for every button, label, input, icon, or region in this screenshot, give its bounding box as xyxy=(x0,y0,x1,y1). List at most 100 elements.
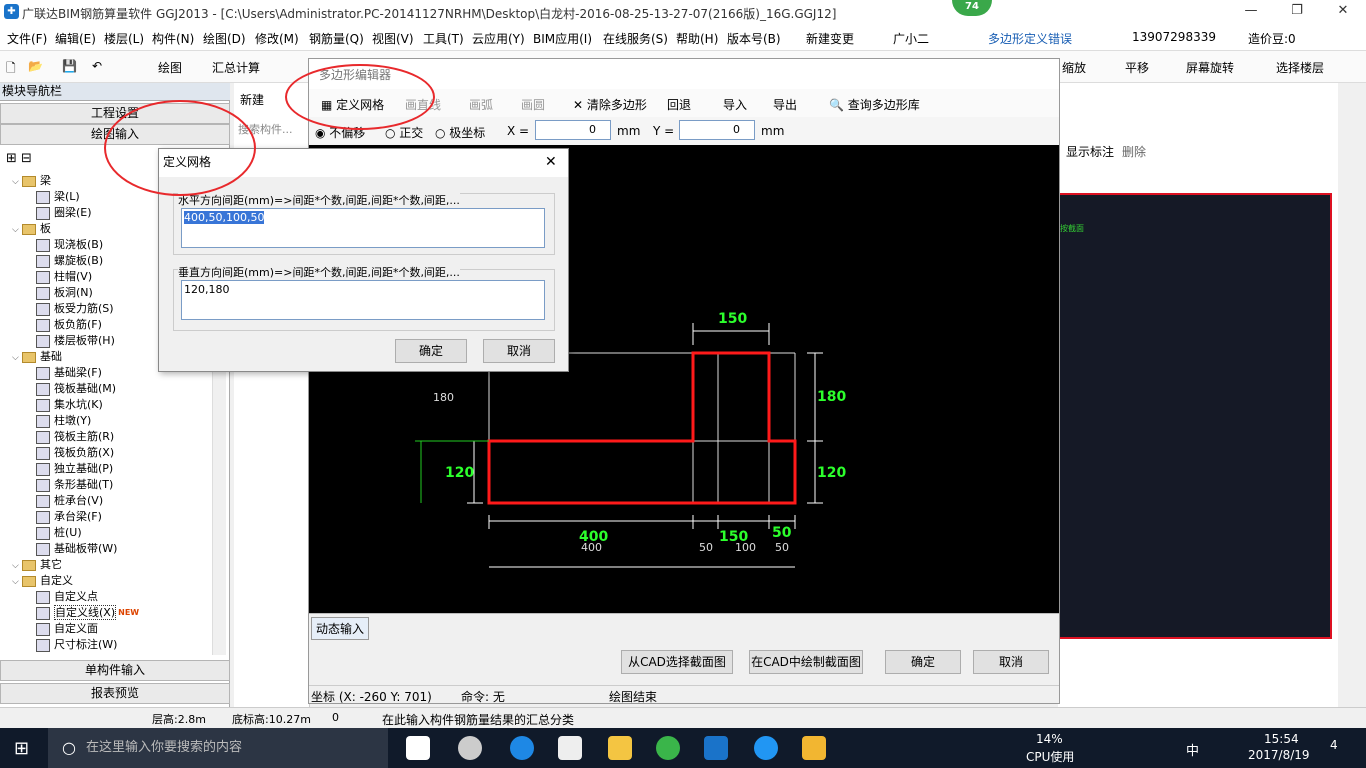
vertical-spacing-input[interactable]: 120,180 xyxy=(181,280,545,320)
restore-icon[interactable]: ❐ xyxy=(1274,0,1320,24)
polar-radio[interactable]: ○ 极坐标 xyxy=(435,124,485,141)
expand-toggle-icon[interactable]: ⌵ xyxy=(12,350,22,366)
menu-modify[interactable]: 修改(M) xyxy=(255,30,299,47)
menu-rebar[interactable]: 钢筋量(Q) xyxy=(309,30,364,47)
clock-time[interactable]: 15:54 xyxy=(1264,732,1299,746)
tree-folder[interactable]: ⌵ 梁 xyxy=(12,173,51,189)
right-scrollbar[interactable] xyxy=(1340,83,1366,707)
tree-folder[interactable]: ⌵ 基础 xyxy=(12,349,62,365)
new-file-icon[interactable]: 🗋 xyxy=(6,59,16,80)
tree-item[interactable]: 现浇板(B) xyxy=(36,237,103,253)
user-phone[interactable]: 13907298339 xyxy=(1132,30,1216,44)
tree-item[interactable]: 筏板基础(M) xyxy=(36,381,116,397)
dialog-close-icon[interactable]: ✕ xyxy=(545,149,557,175)
menu-view[interactable]: 视图(V) xyxy=(372,30,414,47)
menu-tools[interactable]: 工具(T) xyxy=(423,30,464,47)
user-credit[interactable]: 造价豆:0 xyxy=(1248,30,1296,47)
tree-item[interactable]: 板负筋(F) xyxy=(36,317,102,333)
notification-badge[interactable]: 74 xyxy=(952,0,992,16)
notes-app-icon[interactable] xyxy=(802,736,826,760)
tree-folder[interactable]: ⌵ 其它 xyxy=(12,557,62,573)
tree-item[interactable]: 条形基础(T) xyxy=(36,477,113,493)
expand-toggle-icon[interactable]: ⌵ xyxy=(12,222,22,238)
delete-button[interactable]: 删除 xyxy=(1122,143,1146,160)
tree-item[interactable]: 自定义点 xyxy=(36,589,98,605)
tree-item[interactable]: 柱帽(V) xyxy=(36,269,92,285)
menu-cloud[interactable]: 云应用(Y) xyxy=(472,30,525,47)
editor-ok-button[interactable]: 确定 xyxy=(885,650,961,674)
draw-in-cad-button[interactable]: 在CAD中绘制截面图 xyxy=(749,650,863,674)
draw-circle-button[interactable]: 画圆 xyxy=(521,96,545,113)
rotate-button[interactable]: 屏幕旋转 xyxy=(1186,59,1234,76)
x-input[interactable]: 0 xyxy=(535,120,611,140)
tree-folder[interactable]: ⌵ 板 xyxy=(12,221,51,237)
store-icon[interactable] xyxy=(558,736,582,760)
draw-button[interactable]: 绘图 xyxy=(158,59,182,76)
tree-item[interactable]: 螺旋板(B) xyxy=(36,253,103,269)
menu-edit[interactable]: 编辑(E) xyxy=(55,30,96,47)
menu-version[interactable]: 版本号(B) xyxy=(727,30,781,47)
dialog-ok-button[interactable]: 确定 xyxy=(395,339,467,363)
tree-item[interactable]: 筏板负筋(X) xyxy=(36,445,114,461)
show-label-checkbox[interactable]: 显示标注 xyxy=(1066,143,1114,160)
minimize-icon[interactable]: — xyxy=(1228,0,1274,24)
tree-item[interactable]: 桩承台(V) xyxy=(36,493,103,509)
y-input[interactable]: 0 xyxy=(679,120,755,140)
export-button[interactable]: 导出 xyxy=(773,96,797,113)
tree-item[interactable]: 尺寸标注(W) xyxy=(36,637,117,653)
app-icon-2[interactable] xyxy=(458,736,482,760)
tree-item[interactable]: 板洞(N) xyxy=(36,285,93,301)
undo-icon[interactable]: ↶ xyxy=(92,59,102,73)
g-app-icon[interactable] xyxy=(754,736,778,760)
tree-item[interactable]: 承台梁(F) xyxy=(36,509,102,525)
menu-online[interactable]: 在线服务(S) xyxy=(603,30,668,47)
menu-new-change[interactable]: 新建变更 xyxy=(806,30,854,47)
menu-component[interactable]: 构件(N) xyxy=(152,30,194,47)
new-component-button[interactable]: 新建 xyxy=(240,91,264,108)
tree-item[interactable]: 独立基础(P) xyxy=(36,461,113,477)
menu-file[interactable]: 文件(F) xyxy=(7,30,47,47)
single-input-button[interactable]: 单构件输入 xyxy=(0,660,230,681)
undo-button[interactable]: 回退 xyxy=(667,96,691,113)
query-polygon-lib-button[interactable]: 🔍 查询多边形库 xyxy=(829,96,920,113)
tree-item[interactable]: 楼层板带(H) xyxy=(36,333,115,349)
glodon-app-icon[interactable] xyxy=(704,736,728,760)
ime-indicator[interactable]: 中 xyxy=(1186,740,1199,759)
pan-button[interactable]: 平移 xyxy=(1125,59,1149,76)
open-folder-icon[interactable]: 📂 xyxy=(28,59,43,73)
edge-icon[interactable] xyxy=(510,736,534,760)
drawing-view[interactable]: 按截面 xyxy=(1058,193,1332,639)
horizontal-spacing-input[interactable]: 400,50,100,50 xyxy=(181,208,545,248)
tree-item[interactable]: 集水坑(K) xyxy=(36,397,103,413)
menu-help[interactable]: 帮助(H) xyxy=(676,30,718,47)
tree-item[interactable]: 基础板带(W) xyxy=(36,541,117,557)
tree-item[interactable]: 自定义线(X) NEW xyxy=(36,605,139,621)
tree-item[interactable]: 自定义面 xyxy=(36,621,98,637)
menu-draw[interactable]: 绘图(D) xyxy=(203,30,246,47)
tree-item[interactable]: 圈梁(E) xyxy=(36,205,92,221)
zoom-button[interactable]: 缩放 xyxy=(1062,59,1086,76)
clock-date[interactable]: 2017/8/19 xyxy=(1248,748,1310,762)
clear-polygon-button[interactable]: ✕ 清除多边形 xyxy=(573,96,647,113)
editor-cancel-button[interactable]: 取消 xyxy=(973,650,1049,674)
select-floor-button[interactable]: 选择楼层 xyxy=(1276,59,1324,76)
notice-text[interactable]: 多边形定义错误 xyxy=(988,30,1072,47)
expand-all-icon[interactable]: ⊞ ⊟ xyxy=(6,151,32,166)
browser-icon[interactable] xyxy=(656,736,680,760)
tree-item[interactable]: 桩(U) xyxy=(36,525,82,541)
menu-bim[interactable]: BIM应用(I) xyxy=(533,30,592,47)
draw-arc-button[interactable]: 画弧 xyxy=(469,96,493,113)
menu-floor[interactable]: 楼层(L) xyxy=(104,30,144,47)
expand-toggle-icon[interactable]: ⌵ xyxy=(12,558,22,574)
report-preview-button[interactable]: 报表预览 xyxy=(0,683,230,704)
dialog-cancel-button[interactable]: 取消 xyxy=(483,339,555,363)
select-from-cad-button[interactable]: 从CAD选择截面图 xyxy=(621,650,733,674)
cortana-icon[interactable]: ○ xyxy=(62,738,76,757)
menu-guangxiaoer[interactable]: 广小二 xyxy=(893,30,929,47)
dynamic-input-button[interactable]: 动态输入 xyxy=(311,617,370,640)
expand-toggle-icon[interactable]: ⌵ xyxy=(12,574,22,590)
app-icon-1[interactable] xyxy=(406,736,430,760)
expand-toggle-icon[interactable]: ⌵ xyxy=(12,174,22,190)
tree-item[interactable]: 梁(L) xyxy=(36,189,80,205)
close-icon[interactable]: ✕ xyxy=(1320,0,1366,24)
